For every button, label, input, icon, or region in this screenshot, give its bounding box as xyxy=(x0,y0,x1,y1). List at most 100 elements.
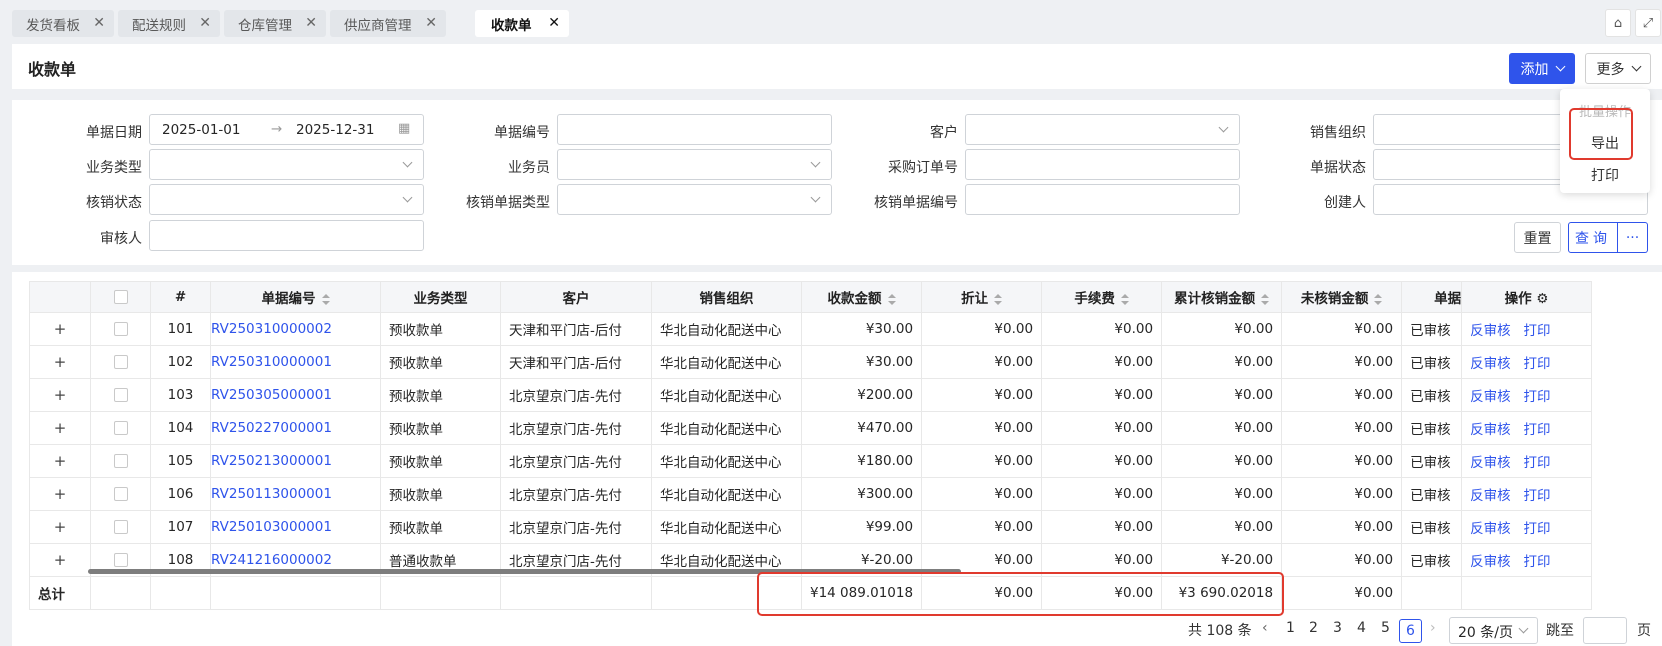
print-link[interactable]: 打印 xyxy=(1523,323,1550,339)
expand-plus-icon[interactable]: + xyxy=(54,518,67,536)
jump-page-input[interactable] xyxy=(1583,617,1627,644)
doc-no-link[interactable]: RV250310000002 xyxy=(210,312,381,346)
col-amount-header[interactable]: 收款金额 xyxy=(800,281,923,313)
doc-no-link[interactable]: RV250213000001 xyxy=(210,444,381,478)
sort-icon[interactable] xyxy=(1261,293,1270,305)
page-3[interactable]: 3 xyxy=(1333,620,1342,636)
row-checkbox[interactable] xyxy=(113,520,128,534)
add-button[interactable]: 添加 xyxy=(1509,53,1575,84)
more-button[interactable]: 更多 xyxy=(1585,53,1651,84)
close-icon[interactable]: ✕ xyxy=(199,15,211,31)
sort-icon[interactable] xyxy=(1374,293,1383,305)
row-checkbox[interactable] xyxy=(113,487,128,501)
tab-shipping-board[interactable]: 发货看板 ✕ xyxy=(12,10,114,37)
print-link[interactable]: 打印 xyxy=(1523,521,1550,537)
row-checkbox[interactable] xyxy=(113,454,128,468)
unreview-link[interactable]: 反审核 xyxy=(1470,356,1511,372)
unreview-link[interactable]: 反审核 xyxy=(1470,455,1511,471)
query-button[interactable]: 查询 xyxy=(1568,222,1618,253)
close-icon[interactable]: ✕ xyxy=(93,15,105,31)
expand-plus-icon[interactable]: + xyxy=(54,419,67,437)
menu-item-print[interactable]: 打印 xyxy=(1560,165,1650,185)
expand-cell[interactable]: + xyxy=(29,444,91,478)
row-checkbox[interactable] xyxy=(113,421,128,435)
page-1[interactable]: 1 xyxy=(1286,620,1295,636)
home-icon[interactable]: ⌂ xyxy=(1605,9,1631,37)
biz-type-select[interactable] xyxy=(149,149,424,180)
doc-no-link[interactable]: RV250227000001 xyxy=(210,411,381,445)
wo-doc-type-select[interactable] xyxy=(557,184,832,215)
col-writeoff-header[interactable]: 累计核销金额 xyxy=(1161,281,1283,313)
salesman-select[interactable] xyxy=(557,149,832,180)
expand-cell[interactable]: + xyxy=(29,345,91,379)
doc-no-link[interactable]: RV250305000001 xyxy=(210,378,381,412)
customer-select[interactable] xyxy=(965,114,1240,145)
unreview-link[interactable]: 反审核 xyxy=(1470,323,1511,339)
row-checkbox[interactable] xyxy=(113,553,128,567)
unreview-link[interactable]: 反审核 xyxy=(1470,488,1511,504)
print-link[interactable]: 打印 xyxy=(1523,422,1550,438)
select-all-checkbox[interactable] xyxy=(113,290,128,304)
page-4[interactable]: 4 xyxy=(1357,620,1366,636)
query-more-button[interactable]: ··· xyxy=(1618,222,1648,253)
next-page-icon[interactable]: › xyxy=(1430,620,1436,636)
expand-cell[interactable]: + xyxy=(29,477,91,511)
prev-page-icon[interactable]: ‹ xyxy=(1262,620,1268,636)
wo-status-select[interactable] xyxy=(149,184,424,215)
po-no-input[interactable] xyxy=(965,149,1240,180)
select-cell[interactable] xyxy=(90,312,151,346)
col-discount-header[interactable]: 折让 xyxy=(921,281,1043,313)
unreview-link[interactable]: 反审核 xyxy=(1470,389,1511,405)
doc-no-link[interactable]: RV250113000001 xyxy=(210,477,381,511)
print-link[interactable]: 打印 xyxy=(1523,356,1550,372)
tab-receipt[interactable]: 收款单 ✕ xyxy=(475,10,569,37)
row-checkbox[interactable] xyxy=(113,388,128,402)
close-icon[interactable]: ✕ xyxy=(305,15,317,31)
page-5[interactable]: 5 xyxy=(1381,620,1390,636)
doc-no-link[interactable]: RV250310000001 xyxy=(210,345,381,379)
select-cell[interactable] xyxy=(90,510,151,544)
sort-icon[interactable] xyxy=(1120,293,1129,305)
row-checkbox[interactable] xyxy=(113,355,128,369)
select-cell[interactable] xyxy=(90,378,151,412)
reviewer-input[interactable] xyxy=(149,220,424,251)
doc-no-link[interactable]: RV250103000001 xyxy=(210,510,381,544)
select-all-header[interactable] xyxy=(90,281,151,313)
sort-icon[interactable] xyxy=(887,293,896,305)
col-unwriteoff-header[interactable]: 未核销金额 xyxy=(1281,281,1403,313)
tab-delivery-rules[interactable]: 配送规则 ✕ xyxy=(118,10,220,37)
col-doc-no-header[interactable]: 单据编号 xyxy=(210,281,381,313)
fullscreen-icon[interactable]: ⤢ xyxy=(1635,9,1661,37)
expand-cell[interactable]: + xyxy=(29,411,91,445)
sort-icon[interactable] xyxy=(994,293,1003,305)
print-link[interactable]: 打印 xyxy=(1523,554,1550,570)
expand-plus-icon[interactable]: + xyxy=(54,386,67,404)
page-size-select[interactable]: 20 条/页 xyxy=(1449,617,1538,644)
expand-cell[interactable]: + xyxy=(29,312,91,346)
reset-button[interactable]: 重置 xyxy=(1514,222,1561,253)
select-cell[interactable] xyxy=(90,345,151,379)
wo-doc-no-input[interactable] xyxy=(965,184,1240,215)
expand-cell[interactable]: + xyxy=(29,543,91,577)
sort-icon[interactable] xyxy=(321,293,330,305)
print-link[interactable]: 打印 xyxy=(1523,455,1550,471)
expand-plus-icon[interactable]: + xyxy=(54,551,67,569)
expand-cell[interactable]: + xyxy=(29,378,91,412)
tab-supplier[interactable]: 供应商管理 ✕ xyxy=(330,10,446,37)
close-icon[interactable]: ✕ xyxy=(425,15,437,31)
tab-warehouse[interactable]: 仓库管理 ✕ xyxy=(224,10,326,37)
expand-plus-icon[interactable]: + xyxy=(54,452,67,470)
page-6-current[interactable]: 6 xyxy=(1399,619,1422,643)
expand-cell[interactable]: + xyxy=(29,510,91,544)
row-checkbox[interactable] xyxy=(113,322,128,336)
select-cell[interactable] xyxy=(90,444,151,478)
expand-plus-icon[interactable]: + xyxy=(54,353,67,371)
unreview-link[interactable]: 反审核 xyxy=(1470,422,1511,438)
print-link[interactable]: 打印 xyxy=(1523,488,1550,504)
print-link[interactable]: 打印 xyxy=(1523,389,1550,405)
date-range-picker[interactable]: 2025-01-01 → 2025-12-31 ▦ xyxy=(149,114,424,145)
unreview-link[interactable]: 反审核 xyxy=(1470,521,1511,537)
close-icon[interactable]: ✕ xyxy=(548,15,560,31)
select-cell[interactable] xyxy=(90,477,151,511)
unreview-link[interactable]: 反审核 xyxy=(1470,554,1511,570)
